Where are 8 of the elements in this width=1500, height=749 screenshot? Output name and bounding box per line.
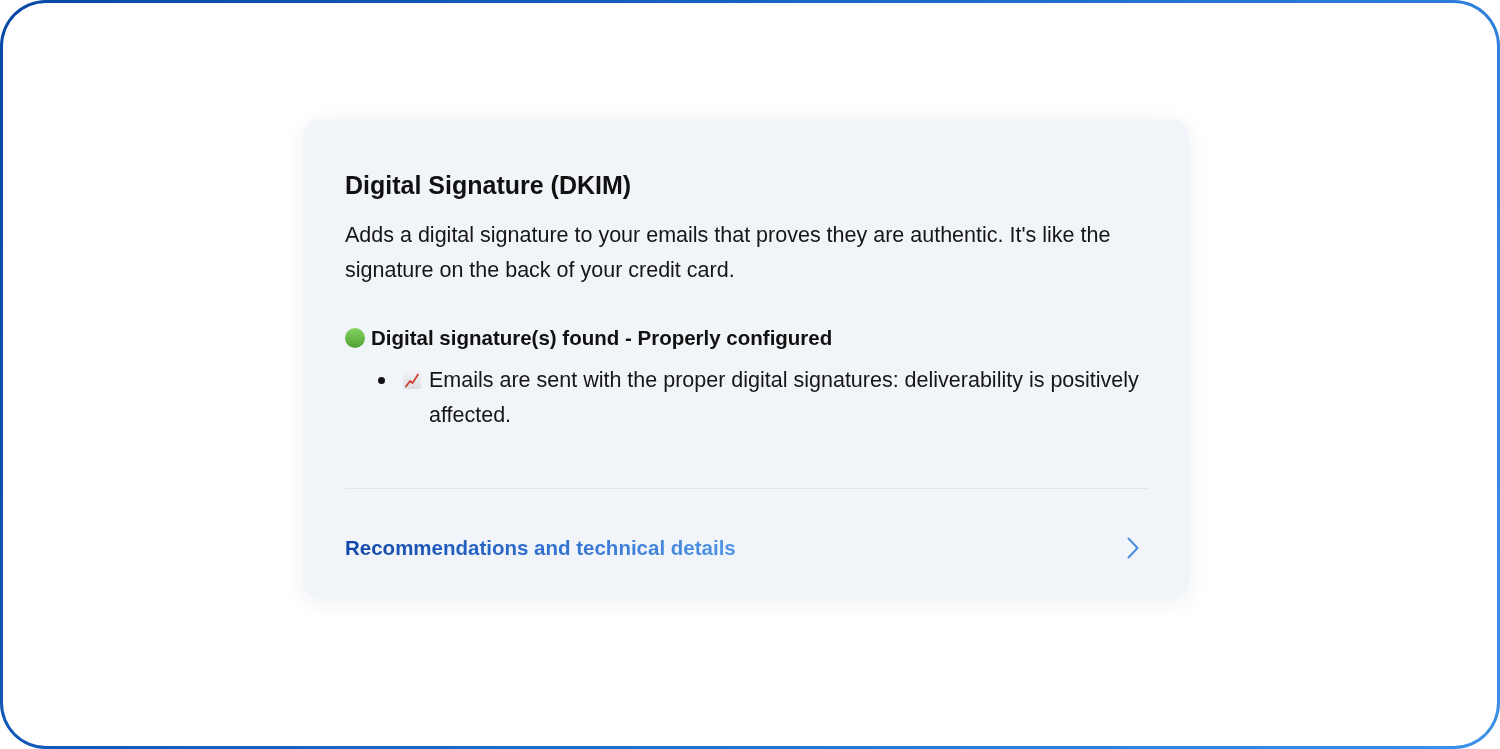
chevron-right-icon	[1127, 537, 1139, 559]
bullet-icon	[378, 377, 385, 384]
point-text: Emails are sent with the proper digital signatures: deliverability is positively affected.	[429, 367, 1140, 429]
details-link[interactable]: Recommendations and technical details	[345, 533, 1147, 563]
rising-chart-icon	[403, 371, 421, 389]
description-text: Adds a digital signature to your emails that proves they are authentic. It's like the signature on the back of your credit card.	[345, 222, 1112, 284]
status-text: Digital signature(s) found - Properly configured	[371, 325, 833, 351]
card-title: Digital Signature (DKIM)	[345, 170, 633, 201]
